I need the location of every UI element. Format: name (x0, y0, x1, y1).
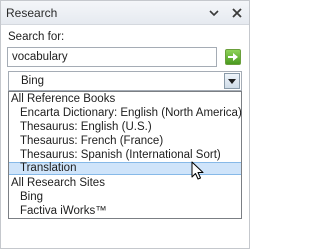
option-thesaurus-french[interactable]: Thesaurus: French (France) (9, 135, 241, 148)
search-input[interactable] (7, 47, 217, 67)
option-thesaurus-spanish[interactable]: Thesaurus: Spanish (International Sort) (9, 149, 241, 162)
pane-title: Research (6, 6, 58, 20)
arrow-right-icon (228, 53, 238, 61)
search-label: Search for: (8, 31, 65, 43)
option-all-reference-books[interactable]: All Reference Books (9, 93, 241, 106)
option-encarta-dictionary[interactable]: Encarta Dictionary: English (North Ameri… (9, 107, 242, 120)
chevron-down-icon[interactable] (208, 8, 220, 18)
pane-titlebar: Research (1, 1, 249, 25)
option-all-research-sites[interactable]: All Research Sites (9, 177, 241, 190)
source-selected-value: Bing (21, 75, 45, 87)
option-translation[interactable]: Translation (9, 162, 241, 175)
option-factiva-iworks[interactable]: Factiva iWorks™ (9, 205, 241, 218)
research-source-select[interactable]: Bing (8, 71, 242, 91)
option-bing[interactable]: Bing (9, 191, 241, 204)
close-icon[interactable] (231, 7, 243, 19)
source-dropdown-list: All Reference Books Encarta Dictionary: … (8, 91, 242, 219)
dropdown-button[interactable] (224, 73, 240, 89)
mouse-pointer-icon (191, 161, 205, 181)
research-pane: Research Search for: Bing All Reference … (0, 0, 250, 249)
dropdown-arrow-icon (228, 78, 236, 84)
go-button[interactable] (225, 49, 241, 65)
option-thesaurus-english[interactable]: Thesaurus: English (U.S.) (9, 121, 241, 134)
